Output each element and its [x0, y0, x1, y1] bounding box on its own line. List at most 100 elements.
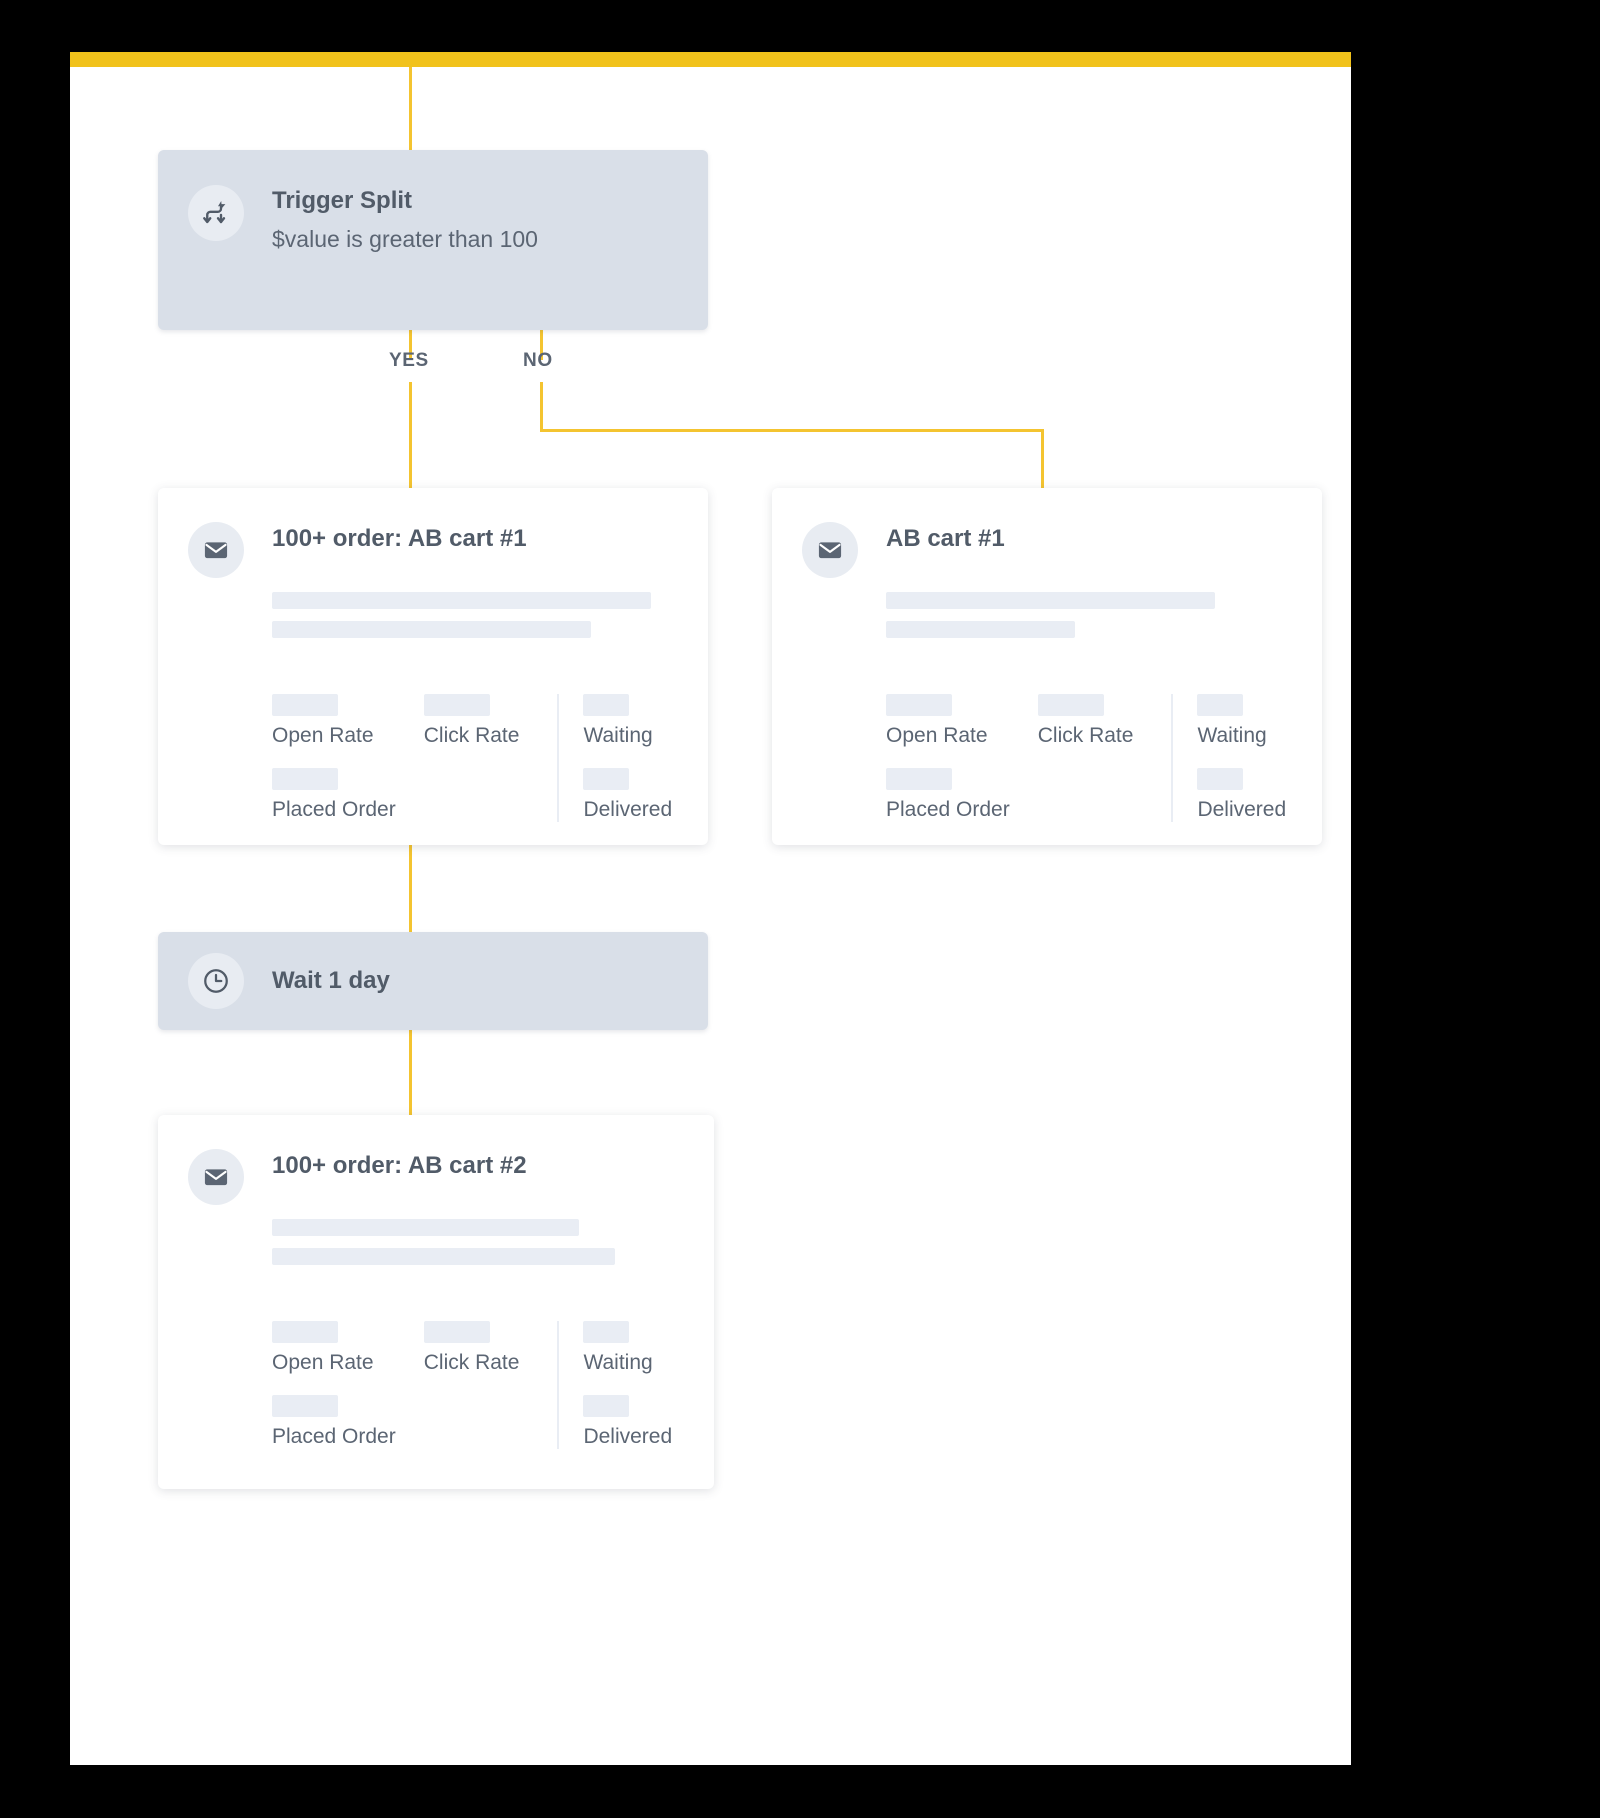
stat-placed-order: Placed Order — [272, 1395, 396, 1449]
stat-open-rate: Open Rate — [886, 694, 1010, 748]
connector-card-a-to-wait — [409, 845, 412, 935]
stat-waiting: Waiting — [583, 694, 672, 748]
stat-delivered: Delivered — [583, 1395, 672, 1449]
skeleton-line — [272, 1219, 579, 1236]
stat-value-placeholder — [583, 1395, 630, 1417]
node-text: Wait 1 day — [272, 966, 390, 994]
node-trigger-split[interactable]: Trigger Split $value is greater than 100 — [158, 150, 708, 330]
stat-label: Waiting — [1197, 724, 1267, 747]
skeleton-line — [272, 592, 651, 609]
stat-value-placeholder — [1197, 694, 1244, 716]
accent-top-bar — [70, 52, 1351, 67]
stat-value-placeholder — [583, 768, 630, 790]
stats-group-delivery: Waiting Delivered — [557, 694, 672, 822]
stat-label: Click Rate — [1037, 724, 1134, 747]
stat-waiting: Waiting — [1197, 694, 1286, 748]
stat-value-placeholder — [886, 694, 952, 716]
node-header: Wait 1 day — [158, 932, 708, 1009]
node-title: 100+ order: AB cart #1 — [272, 525, 527, 552]
stat-value-placeholder — [886, 768, 952, 790]
node-header: Trigger Split $value is greater than 100 — [158, 150, 708, 255]
stat-label: Placed Order — [272, 1425, 396, 1448]
node-wait-1-day[interactable]: Wait 1 day — [158, 932, 708, 1030]
skeleton-line — [272, 1248, 615, 1265]
stat-value-placeholder — [272, 1321, 338, 1343]
stat-label: Placed Order — [272, 798, 396, 821]
stat-value-placeholder — [1037, 694, 1104, 716]
stat-label: Placed Order — [886, 798, 1010, 821]
stat-value-placeholder — [272, 1395, 338, 1417]
skeleton-line — [886, 592, 1215, 609]
envelope-icon — [188, 522, 244, 578]
node-text: AB cart #1 — [886, 522, 1005, 552]
trigger-split-icon — [188, 185, 244, 241]
stats-group-engagement: Open Rate Placed Order Click Rate — [272, 694, 533, 822]
stats-column: Open Rate Placed Order — [272, 1321, 396, 1449]
connector-wait-to-card-c — [409, 1030, 412, 1120]
stat-delivered: Delivered — [583, 768, 672, 822]
stat-placed-order: Placed Order — [272, 768, 396, 822]
stat-label: Click Rate — [423, 1351, 520, 1374]
connector-no-into-card — [1041, 429, 1044, 492]
stats-row: Open Rate Placed Order Click Rate Waitin… — [272, 694, 680, 822]
connector-no-across — [540, 429, 1044, 432]
stats-column: Waiting Delivered — [1197, 694, 1286, 822]
skeleton-line — [272, 621, 591, 638]
node-title: AB cart #1 — [886, 525, 1005, 552]
stat-value-placeholder — [272, 768, 338, 790]
node-text: 100+ order: AB cart #1 — [272, 522, 527, 552]
stat-waiting: Waiting — [583, 1321, 672, 1375]
node-email-ab-cart-1[interactable]: AB cart #1 Open Rate Placed Order Click … — [772, 488, 1322, 845]
stats-column: Click Rate — [1037, 694, 1134, 822]
stat-label: Delivered — [1197, 798, 1287, 821]
node-title: Trigger Split — [272, 187, 413, 214]
stat-label: Click Rate — [423, 724, 520, 747]
stats-group-delivery: Waiting Delivered — [557, 1321, 672, 1449]
clock-icon — [188, 953, 244, 1009]
node-body: Open Rate Placed Order Click Rate Waitin… — [272, 592, 708, 822]
stat-click-rate: Click Rate — [423, 694, 520, 748]
stat-delivered: Delivered — [1197, 768, 1286, 822]
branch-label-yes[interactable]: YES — [389, 350, 429, 372]
stats-row: Open Rate Placed Order Click Rate Waitin… — [886, 694, 1294, 822]
envelope-icon — [188, 1149, 244, 1205]
branch-label-no[interactable]: NO — [523, 350, 553, 372]
stat-value-placeholder — [423, 1321, 490, 1343]
node-title: 100+ order: AB cart #2 — [272, 1152, 527, 1179]
connector-entry — [409, 67, 412, 152]
stat-label: Open Rate — [272, 724, 374, 747]
stat-open-rate: Open Rate — [272, 694, 396, 748]
stat-label: Open Rate — [886, 724, 988, 747]
node-text: Trigger Split $value is greater than 100 — [272, 185, 538, 255]
stats-column: Open Rate Placed Order — [886, 694, 1010, 822]
stats-group-engagement: Open Rate Placed Order Click Rate — [272, 1321, 533, 1449]
stat-value-placeholder — [583, 1321, 630, 1343]
stats-group-delivery: Waiting Delivered — [1171, 694, 1286, 822]
node-header: AB cart #1 — [772, 488, 1322, 578]
stat-label: Waiting — [583, 724, 653, 747]
envelope-icon — [802, 522, 858, 578]
node-body: Open Rate Placed Order Click Rate Waitin… — [886, 592, 1322, 822]
stats-column: Waiting Delivered — [583, 694, 672, 822]
node-email-100-order-ab-cart-2[interactable]: 100+ order: AB cart #2 Open Rate Placed … — [158, 1115, 714, 1489]
stats-column: Waiting Delivered — [583, 1321, 672, 1449]
connector-no-down — [540, 382, 543, 432]
stat-label: Delivered — [583, 798, 673, 821]
stat-value-placeholder — [272, 694, 338, 716]
node-text: 100+ order: AB cart #2 — [272, 1149, 527, 1179]
stat-click-rate: Click Rate — [1037, 694, 1134, 748]
stat-click-rate: Click Rate — [423, 1321, 520, 1375]
stats-column: Click Rate — [423, 694, 520, 822]
stats-column: Open Rate Placed Order — [272, 694, 396, 822]
stat-label: Waiting — [583, 1351, 653, 1374]
stat-value-placeholder — [1197, 768, 1244, 790]
node-title: Wait 1 day — [272, 966, 390, 994]
flow-canvas: Trigger Split $value is greater than 100… — [0, 0, 1600, 1818]
node-header: 100+ order: AB cart #1 — [158, 488, 708, 578]
skeleton-line — [886, 621, 1075, 638]
node-email-100-order-ab-cart-1[interactable]: 100+ order: AB cart #1 Open Rate Placed … — [158, 488, 708, 845]
stats-column: Click Rate — [423, 1321, 520, 1449]
stats-group-engagement: Open Rate Placed Order Click Rate — [886, 694, 1147, 822]
stats-row: Open Rate Placed Order Click Rate Waitin… — [272, 1321, 686, 1449]
node-subtitle: $value is greater than 100 — [272, 226, 538, 253]
